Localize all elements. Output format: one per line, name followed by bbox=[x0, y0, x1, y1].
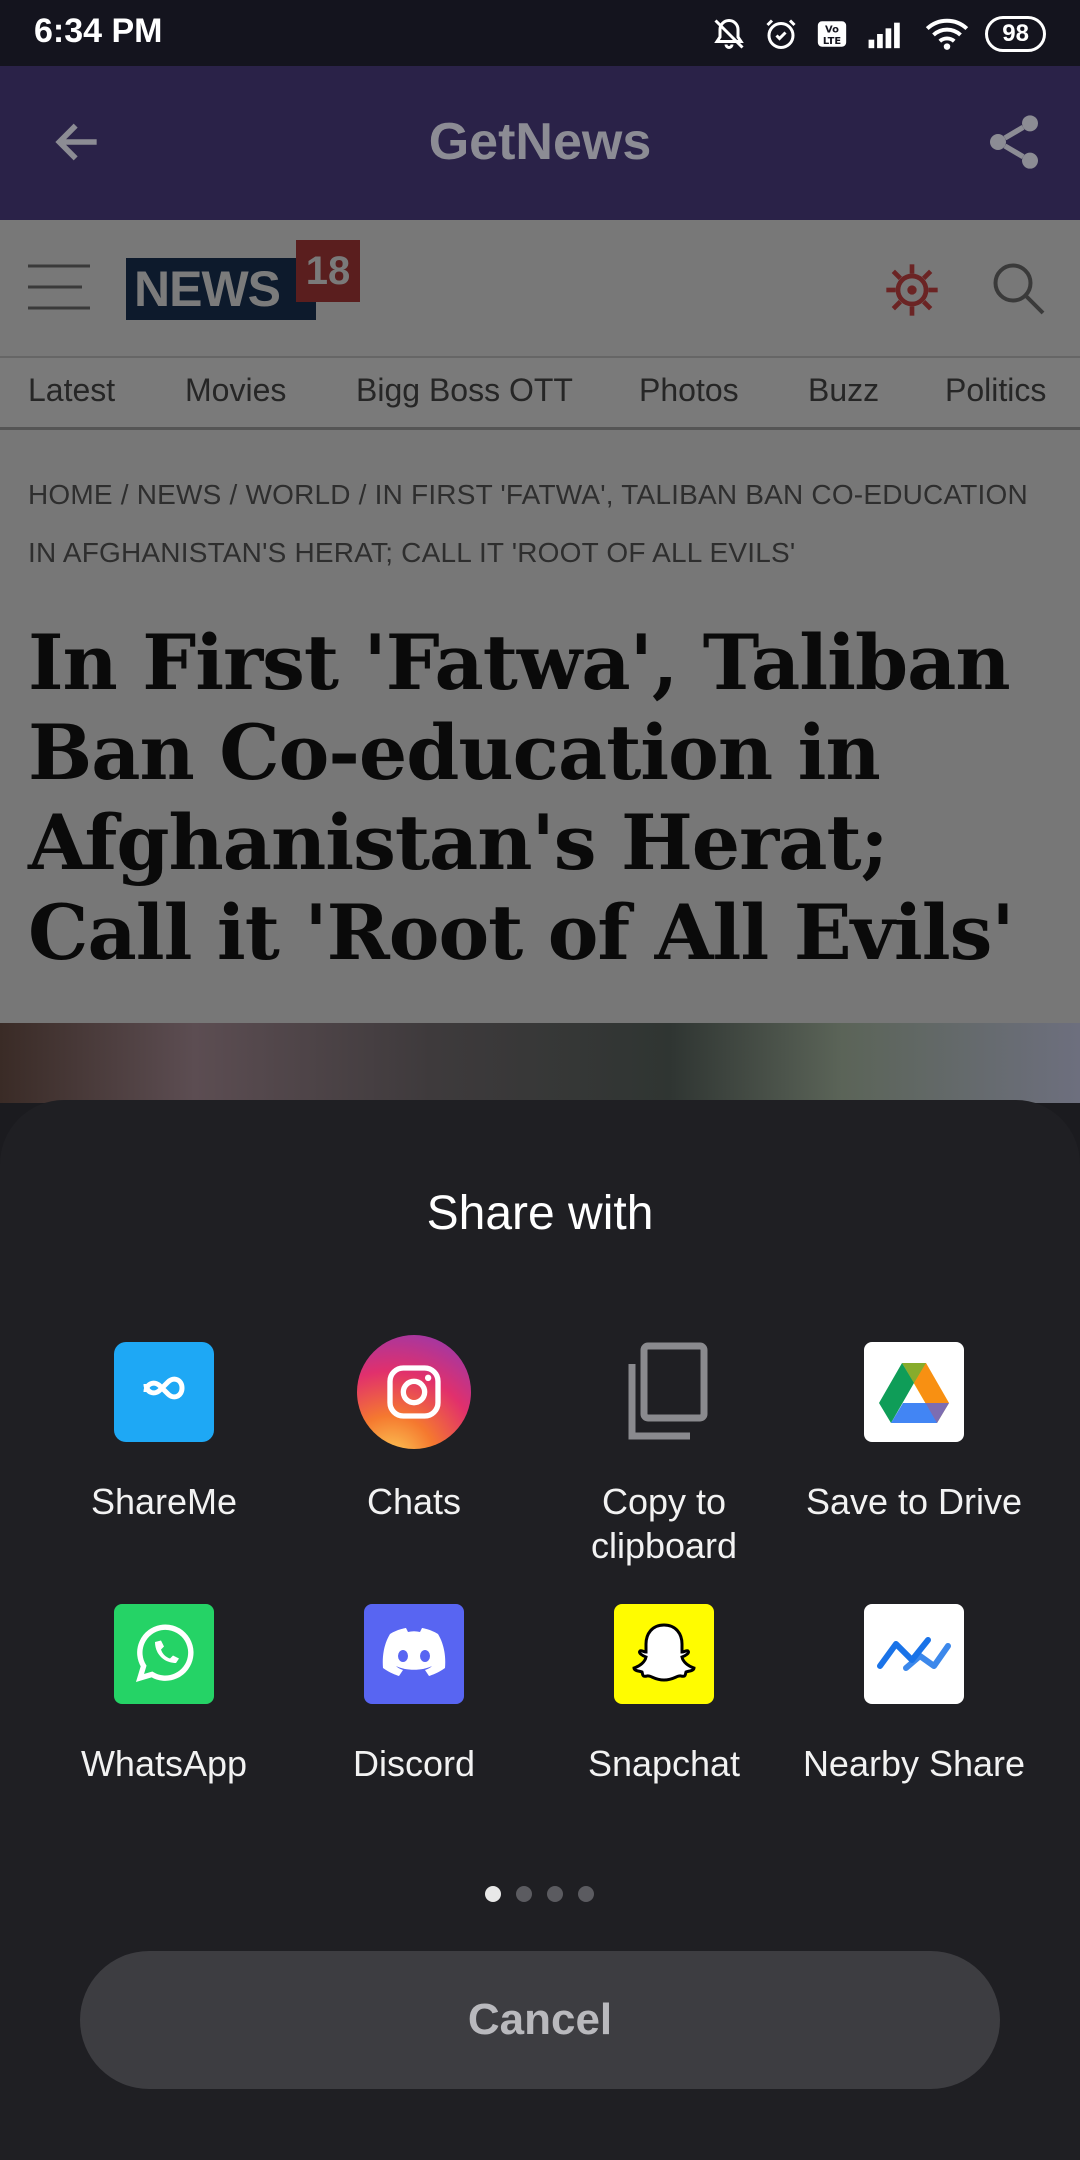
nav-buzz[interactable]: Buzz bbox=[808, 372, 879, 409]
status-icons: Vo LTE 98 bbox=[711, 12, 1046, 56]
nav-politics[interactable]: Politics bbox=[945, 372, 1046, 409]
share-target-chats[interactable]: Chats bbox=[289, 1335, 539, 1524]
share-target-label: Snapchat bbox=[587, 1743, 741, 1784]
shareme-icon bbox=[114, 1342, 214, 1442]
share-target-label: Copy to clipboard bbox=[590, 1481, 738, 1566]
copy-icon bbox=[614, 1342, 714, 1442]
share-target-label: Chats bbox=[366, 1481, 462, 1522]
share-target-label: Discord bbox=[352, 1743, 476, 1784]
page-indicator-dot-1 bbox=[485, 1886, 501, 1902]
alarm-icon bbox=[766, 19, 796, 49]
share-target-label: Nearby Share bbox=[802, 1743, 1026, 1784]
share-target-label: Save to Drive bbox=[805, 1481, 1023, 1522]
share-target-label: WhatsApp bbox=[80, 1743, 248, 1784]
share-target-discord[interactable]: Discord bbox=[289, 1604, 539, 1786]
google-drive-icon bbox=[864, 1342, 964, 1442]
share-target-nearby-share[interactable]: Nearby Share bbox=[789, 1604, 1039, 1786]
share-target-snapchat[interactable]: Snapchat bbox=[539, 1604, 789, 1786]
instagram-icon bbox=[357, 1335, 471, 1449]
page-indicator-dot-3 bbox=[547, 1886, 563, 1902]
news18-logo-badge: 18 bbox=[296, 240, 360, 302]
page-indicator-dot-4 bbox=[578, 1886, 594, 1902]
article-hero-image bbox=[0, 1023, 1080, 1103]
share-target-label: ShareMe bbox=[90, 1481, 238, 1522]
virus-icon[interactable] bbox=[884, 262, 940, 318]
hamburger-menu-icon[interactable] bbox=[26, 262, 92, 312]
battery-indicator: 98 bbox=[985, 16, 1046, 52]
share-icon[interactable] bbox=[982, 110, 1046, 174]
page-indicator-dot-2 bbox=[516, 1886, 532, 1902]
svg-text:LTE: LTE bbox=[823, 36, 841, 47]
share-target-save-to-drive[interactable]: Save to Drive bbox=[789, 1342, 1039, 1524]
nav-latest[interactable]: Latest bbox=[28, 372, 115, 409]
signal-icon bbox=[868, 22, 901, 49]
mute-bell-icon bbox=[714, 18, 745, 49]
share-sheet-title: Share with bbox=[426, 1187, 654, 1240]
breadcrumb: HOME / NEWS / WORLD / IN FIRST 'FATWA', … bbox=[28, 479, 1028, 568]
status-time: 6:34 PM bbox=[34, 12, 163, 50]
nav-photos[interactable]: Photos bbox=[639, 372, 739, 409]
search-icon[interactable] bbox=[988, 258, 1048, 318]
snapchat-icon bbox=[614, 1604, 714, 1704]
svg-text:Vo: Vo bbox=[825, 25, 839, 36]
volte-icon: VoLTE bbox=[818, 21, 847, 47]
nav-movies[interactable]: Movies bbox=[185, 372, 286, 409]
discord-icon bbox=[364, 1604, 464, 1704]
whatsapp-icon bbox=[114, 1604, 214, 1704]
nearby-share-icon bbox=[864, 1604, 964, 1704]
share-target-copy[interactable]: Copy to clipboard bbox=[539, 1342, 789, 1568]
app-title: GetNews bbox=[428, 113, 652, 171]
wifi-icon bbox=[926, 18, 969, 50]
news18-logo[interactable]: NEWS bbox=[126, 258, 316, 320]
article-headline: In First 'Fatwa', Taliban Ban Co-educati… bbox=[28, 618, 1015, 977]
share-target-shareme[interactable]: ShareMe bbox=[39, 1342, 289, 1524]
cancel-button[interactable]: Cancel bbox=[80, 1951, 1000, 2089]
share-target-whatsapp[interactable]: WhatsApp bbox=[39, 1604, 289, 1786]
nav-bigg-boss-ott[interactable]: Bigg Boss OTT bbox=[356, 372, 573, 409]
